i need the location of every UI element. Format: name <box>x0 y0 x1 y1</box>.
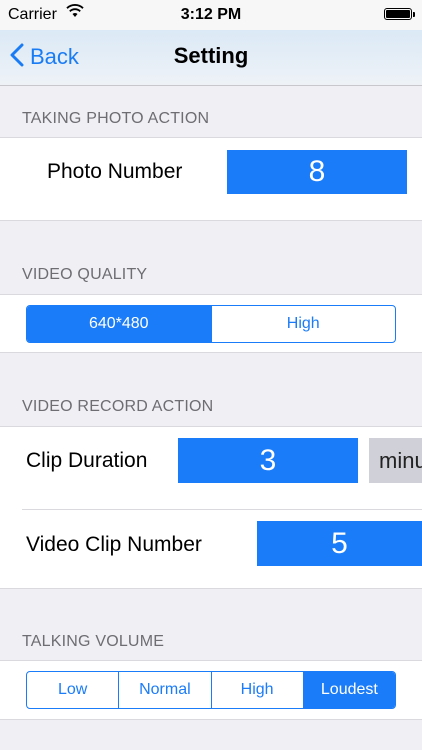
section-header-video-quality: VIDEO QUALITY <box>22 266 148 283</box>
volume-option-high[interactable]: High <box>210 672 303 708</box>
section-header-taking-photo: TAKING PHOTO ACTION <box>22 110 210 127</box>
quality-option-640x480[interactable]: 640*480 <box>27 306 211 342</box>
status-bar: Carrier 3:12 PM <box>0 0 422 30</box>
volume-option-normal[interactable]: Normal <box>118 672 210 708</box>
clip-duration-label: Clip Duration <box>26 449 148 472</box>
battery-icon <box>384 8 415 20</box>
talking-volume-group: Low Normal High Loudest <box>0 660 422 720</box>
video-record-group: Clip Duration 3 minu Video Clip Number 5 <box>0 426 422 589</box>
video-quality-segmented-control: 640*480 High <box>26 305 396 343</box>
clip-duration-unit-picker[interactable]: minu <box>369 438 422 483</box>
talking-volume-segmented-control: Low Normal High Loudest <box>26 671 396 709</box>
volume-option-low[interactable]: Low <box>27 672 118 708</box>
navigation-bar: Back Setting <box>0 30 422 86</box>
section-header-talking-volume: TALKING VOLUME <box>22 633 165 650</box>
volume-option-loudest[interactable]: Loudest <box>302 672 395 708</box>
video-quality-group: 640*480 High <box>0 294 422 353</box>
section-header-video-record: VIDEO RECORD ACTION <box>22 398 214 415</box>
clock: 3:12 PM <box>180 6 242 23</box>
clip-duration-field[interactable]: 3 <box>178 438 358 483</box>
page-title: Setting <box>173 43 249 68</box>
photo-number-label: Photo Number <box>47 160 183 183</box>
photo-group: Photo Number 8 <box>0 137 422 221</box>
video-clip-number-label: Video Clip Number <box>26 533 202 556</box>
row-divider <box>22 509 422 510</box>
video-clip-number-field[interactable]: 5 <box>257 521 422 566</box>
quality-option-high[interactable]: High <box>210 306 396 342</box>
photo-number-field[interactable]: 8 <box>227 150 407 194</box>
